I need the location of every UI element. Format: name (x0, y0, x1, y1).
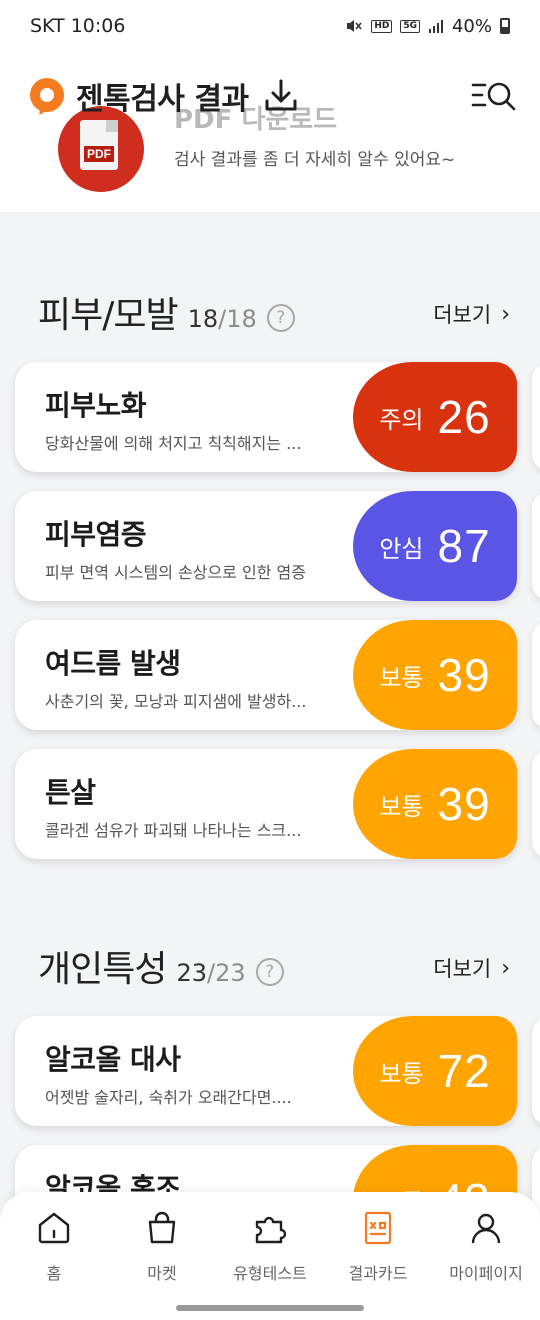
status-icons: HD 5G 40% (345, 16, 510, 37)
score-level: 보통 (379, 663, 424, 692)
bottom-nav: 홈 마켓 유형테스트 결과카드 마이페이지 (0, 1192, 540, 1298)
score-value: 39 (437, 778, 491, 830)
mute-icon (347, 20, 362, 32)
card-desc: 피부 면역 시스템의 손상으로 인한 염증 (45, 563, 306, 582)
result-card[interactable]: 튼살 콜라겐 섬유가 파괴돼 나타나는 스크... 보통 39 (15, 749, 517, 859)
logo-icon (30, 78, 66, 119)
card-peek[interactable] (532, 1016, 540, 1126)
card-peek[interactable] (532, 749, 540, 859)
section-title: 피부/모발 (38, 295, 179, 336)
nav-item-home[interactable]: 홈 (0, 1192, 108, 1298)
battery-percent: 40% (451, 15, 492, 37)
hd-voice-badge: HD (371, 19, 393, 33)
score-level: 보통 (379, 1059, 424, 1088)
nav-label: 유형테스트 (233, 1264, 307, 1283)
nav-item-result-card[interactable]: 결과카드 (324, 1192, 432, 1298)
card-peek[interactable] (532, 620, 540, 730)
score-badge: 보통 39 (353, 749, 517, 859)
chevron-right-icon: › (501, 301, 510, 327)
top-panel: 젠톡검사 결과 PDF PDF 다운로드 검사 결과를 좀 더 자세히 알수 있… (0, 52, 540, 212)
more-link[interactable]: 더보기 › (433, 953, 510, 983)
help-icon[interactable]: ? (266, 304, 295, 332)
card-desc: 어젯밤 술자리, 숙취가 오래간다면.... (45, 1088, 292, 1107)
chevron-right-icon: › (501, 955, 510, 981)
result-card-icon (360, 1210, 396, 1246)
nav-label: 마켓 (147, 1264, 177, 1283)
card-name: 피부염증 (45, 518, 147, 551)
shopping-bag-icon (144, 1210, 180, 1246)
result-card[interactable]: 피부염증 피부 면역 시스템의 손상으로 인한 염증 안심 87 (15, 491, 517, 601)
card-peek[interactable] (532, 491, 540, 601)
section-count: 18/18 (187, 305, 257, 333)
more-link[interactable]: 더보기 › (433, 299, 510, 329)
result-card[interactable]: 알코올 대사 어젯밤 술자리, 숙취가 오래간다면.... 보통 72 (15, 1016, 517, 1126)
app-header: 젠톡검사 결과 (30, 72, 518, 120)
status-time: SKT 10:06 (30, 15, 126, 37)
signal-icon (428, 20, 443, 33)
battery-icon (500, 18, 510, 34)
score-level: 안심 (379, 534, 424, 563)
5g-badge: 5G (400, 19, 420, 33)
pdf-tag: PDF (84, 146, 114, 162)
section-header-skin-hair: 피부/모발 18/18 ? 더보기 › (38, 286, 510, 338)
score-badge: 주의 26 (353, 362, 517, 472)
help-icon[interactable]: ? (255, 958, 284, 986)
card-desc: 콜라겐 섬유가 파괴돼 나타나는 스크... (45, 821, 302, 840)
card-name: 알코올 대사 (45, 1043, 181, 1076)
score-value: 87 (437, 520, 491, 572)
card-peek[interactable] (532, 362, 540, 472)
home-icon (36, 1210, 72, 1246)
menu-search-icon[interactable] (470, 76, 518, 116)
card-name: 여드름 발생 (45, 647, 181, 680)
home-indicator[interactable] (176, 1305, 364, 1311)
status-bar: SKT 10:06 HD 5G 40% (0, 0, 540, 52)
nav-item-mypage[interactable]: 마이페이지 (432, 1192, 540, 1298)
download-icon[interactable] (261, 76, 301, 116)
result-card[interactable]: 피부노화 당화산물에 의해 처지고 칙칙해지는 ... 주의 26 (15, 362, 517, 472)
person-icon (468, 1210, 504, 1246)
card-name: 튼살 (45, 776, 96, 809)
score-badge: 안심 87 (353, 491, 517, 601)
score-level: 주의 (379, 405, 424, 434)
score-badge: 보통 72 (353, 1016, 517, 1126)
section-title: 개인특성 (38, 949, 167, 990)
nav-label: 마이페이지 (449, 1264, 523, 1283)
section-count: 23/23 (176, 959, 246, 987)
score-value: 72 (437, 1045, 491, 1097)
pdf-subtitle: 검사 결과를 좀 더 자세히 알수 있어요~ (174, 149, 456, 170)
score-badge: 보통 39 (353, 620, 517, 730)
card-desc: 사춘기의 꽃, 모낭과 피지샘에 발생하... (45, 692, 307, 711)
nav-label: 결과카드 (348, 1264, 408, 1283)
score-level: 보통 (379, 792, 424, 821)
nav-label: 홈 (46, 1264, 62, 1283)
puzzle-icon (252, 1210, 288, 1246)
nav-item-market[interactable]: 마켓 (108, 1192, 216, 1298)
result-card[interactable]: 여드름 발생 사춘기의 꽃, 모낭과 피지샘에 발생하... 보통 39 (15, 620, 517, 730)
section-header-personal-traits: 개인특성 23/23 ? 더보기 › (38, 940, 510, 992)
gesture-bar (0, 1298, 540, 1320)
nav-item-type-test[interactable]: 유형테스트 (216, 1192, 324, 1298)
card-name: 피부노화 (45, 389, 147, 422)
score-value: 26 (437, 391, 491, 443)
page-title: 젠톡검사 결과 (76, 82, 249, 117)
score-value: 39 (437, 649, 491, 701)
card-desc: 당화산물에 의해 처지고 칙칙해지는 ... (45, 434, 302, 453)
